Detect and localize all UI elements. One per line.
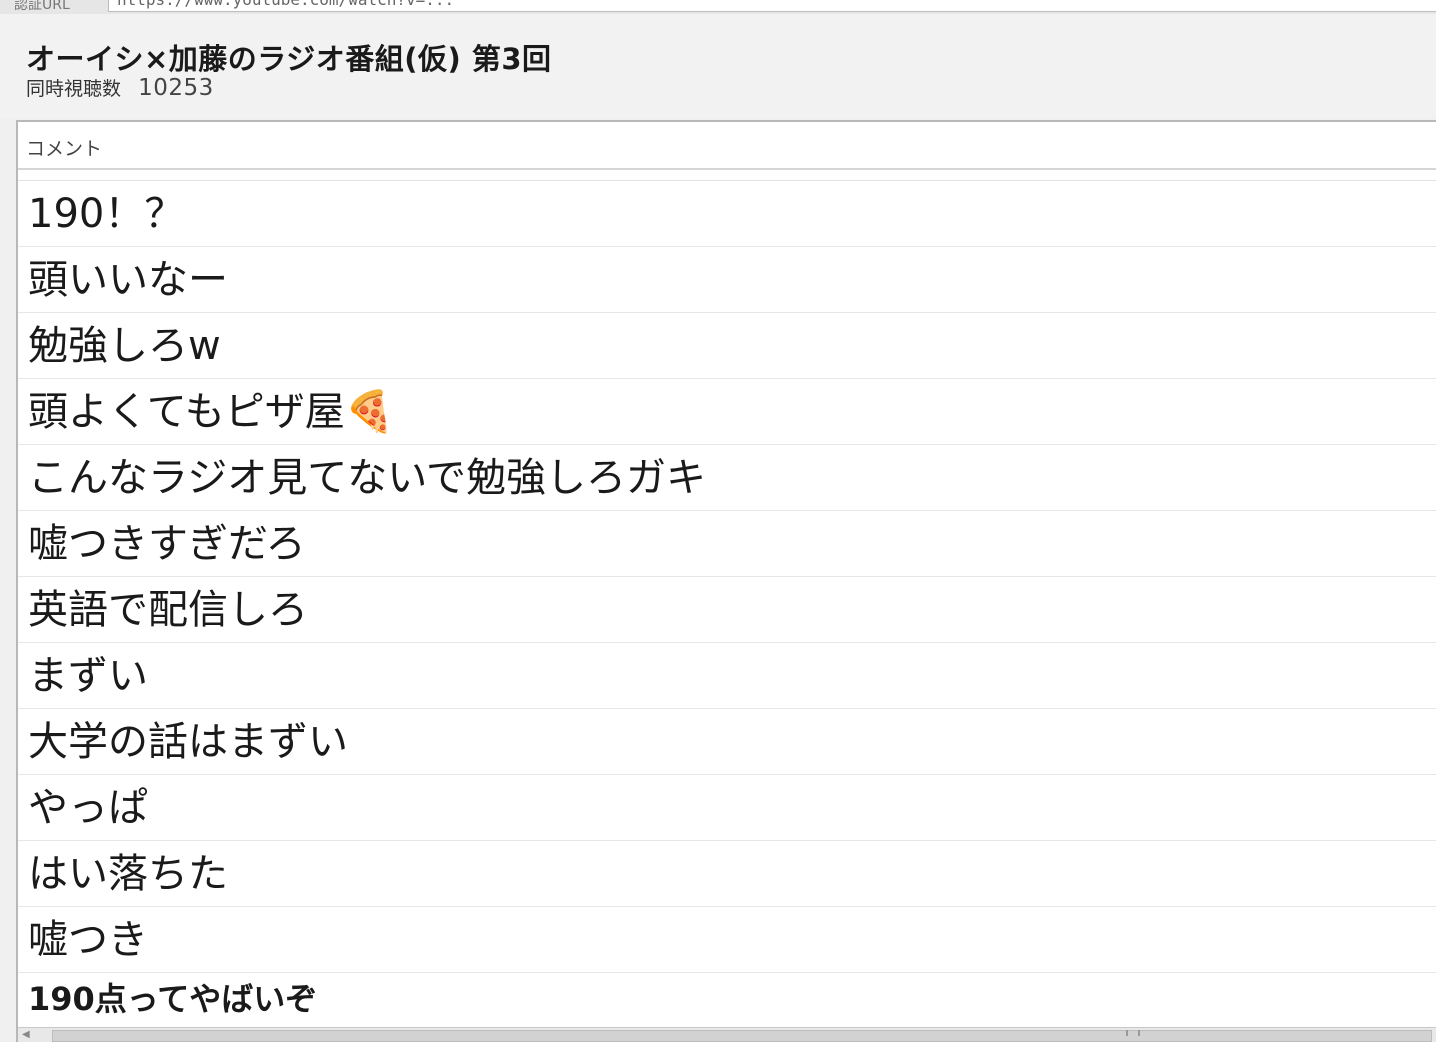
comment-list-panel[interactable]: コメント 190！？ 頭いいなー 勉強しろw 頭よくてもピザ屋🍕 こんなラジオ見… (16, 120, 1436, 1042)
comment-row[interactable]: はい落ちた (18, 841, 1436, 907)
viewers-count: 10253 (138, 75, 214, 101)
comment-row[interactable]: こんなラジオ見てないで勉強しろガキ (18, 445, 1436, 511)
stream-header: オーイシ×加藤のラジオ番組(仮) 第3回 同時視聴数 10253 (0, 14, 1436, 118)
comment-text: まずい (28, 653, 148, 699)
comment-rows: 190！？ 頭いいなー 勉強しろw 頭よくてもピザ屋🍕 こんなラジオ見てないで勉… (18, 181, 1436, 1027)
comment-text: こんなラジオ見てないで勉強しろガキ (28, 455, 706, 501)
comment-row[interactable]: 嘘つきすぎだろ (18, 511, 1436, 577)
scroll-left-arrow-icon[interactable]: ◀ (22, 1030, 46, 1040)
comment-row[interactable]: 嘘つき (18, 907, 1436, 973)
comment-text: 勉強しろw (28, 323, 221, 369)
viewers-label: 同時視聴数 (26, 78, 122, 100)
comment-text: やっぱ (28, 785, 148, 831)
comment-row[interactable]: やっぱ (18, 775, 1436, 841)
url-label: 認証URL (14, 0, 70, 13)
comment-text: 嘘つきすぎだろ (28, 521, 306, 567)
address-bar: 認証URL https://www.youtube.com/watch?v=..… (0, 0, 1436, 15)
comment-text: 頭いいなー (28, 257, 228, 303)
comment-row[interactable]: 頭いいなー (18, 247, 1436, 313)
comment-column-label: コメント (26, 138, 103, 160)
stream-title: オーイシ×加藤のラジオ番組(仮) 第3回 (26, 42, 552, 76)
concurrent-viewers: 同時視聴数 10253 (26, 74, 214, 101)
comment-row[interactable]: 勉強しろw (18, 313, 1436, 379)
comment-text: 嘘つき (28, 917, 148, 963)
comment-row[interactable]: 英語で配信しろ (18, 577, 1436, 643)
comment-row[interactable]: まずい (18, 643, 1436, 709)
comment-text: 大学の話はまずい (28, 719, 348, 765)
comment-row-latest[interactable]: 190点ってやばいぞ (18, 973, 1436, 1027)
comment-column-header[interactable]: コメント (18, 122, 1436, 170)
horizontal-scrollbar[interactable]: ◀ (18, 1027, 1436, 1042)
list-top-spacer (18, 170, 1436, 181)
scrollbar-thumb[interactable] (52, 1030, 1432, 1042)
comment-text: 190！？ (28, 191, 185, 237)
url-field[interactable]: https://www.youtube.com/watch?v=... (108, 0, 1436, 12)
comment-row[interactable]: 頭よくてもピザ屋🍕 (18, 379, 1436, 445)
comment-text: はい落ちた (28, 851, 228, 897)
comment-row[interactable]: 大学の話はまずい (18, 709, 1436, 775)
comment-row[interactable]: 190！？ (18, 181, 1436, 247)
comment-text: 190点ってやばいぞ (28, 980, 318, 1018)
comment-text: 頭よくてもピザ屋🍕 (28, 389, 395, 435)
scrollbar-grip-icon (1126, 1030, 1140, 1036)
comment-text: 英語で配信しろ (28, 587, 308, 633)
